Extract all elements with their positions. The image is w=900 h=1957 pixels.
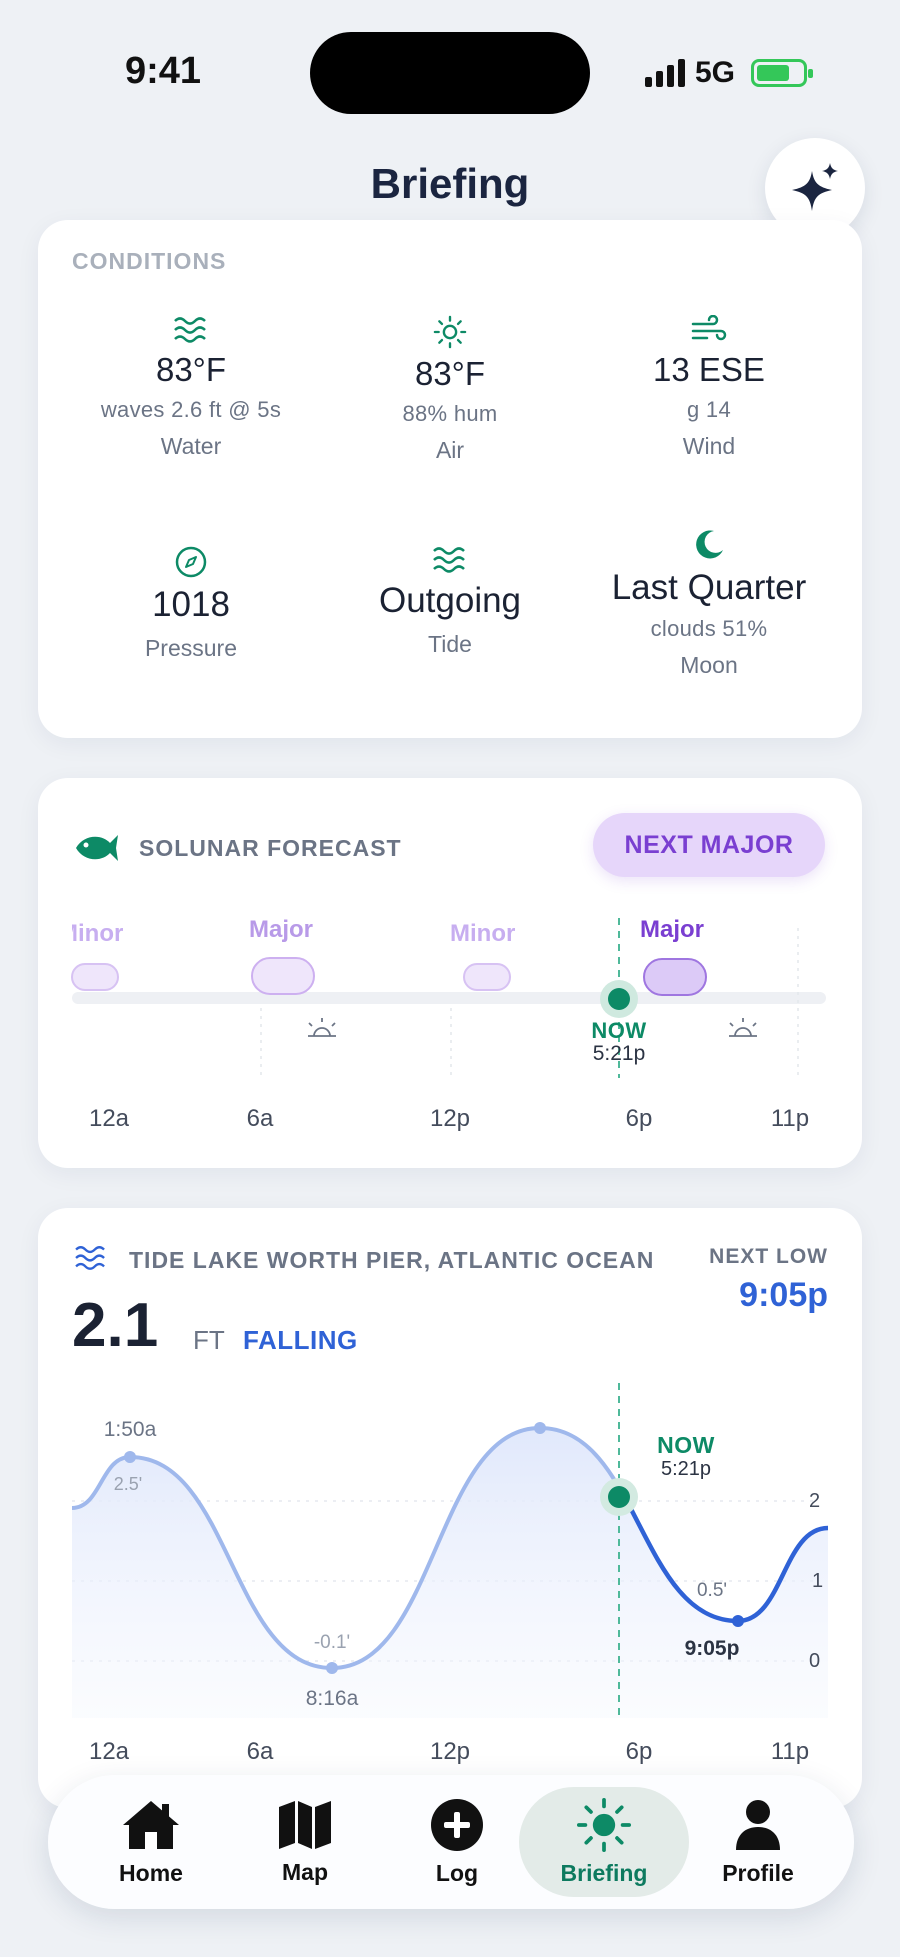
- next-low-height: 0.5': [696, 1580, 728, 1601]
- tick-label: 6a: [246, 1105, 274, 1132]
- water-condition: 83°F waves 2.6 ft @ 5s Water: [61, 315, 321, 460]
- air-temp: 83°F: [414, 355, 486, 392]
- sparkle-icon: [792, 163, 838, 211]
- now-time: 5:21p: [660, 1458, 712, 1480]
- map-icon: [279, 1800, 331, 1849]
- y-tick-label: 2: [809, 1490, 821, 1512]
- nav-profile-label: Profile: [722, 1859, 794, 1886]
- status-time: 9:41: [125, 50, 202, 92]
- x-tick-label: 12p: [429, 1738, 471, 1765]
- person-icon: [736, 1799, 780, 1850]
- pressure-value: 1018: [152, 585, 230, 624]
- home-icon: [123, 1800, 179, 1849]
- high-tide-point: [124, 1451, 136, 1463]
- nav-home-label: Home: [119, 1859, 183, 1886]
- next-low-point: [732, 1615, 744, 1627]
- conditions-label: CONDITIONS: [72, 248, 227, 274]
- pressure-label: Pressure: [144, 635, 238, 661]
- high-tide-point: [534, 1422, 546, 1434]
- now-label: NOW: [591, 1018, 647, 1043]
- solunar-card: SOLUNAR FORECAST NEXT MAJOR Minor Major …: [38, 778, 862, 1168]
- minor-period-label: Minor: [72, 920, 124, 947]
- conditions-card: CONDITIONS 83°F waves 2.6 ft @ 5s Water …: [38, 220, 862, 738]
- air-condition: 83°F 88% hum Air: [320, 315, 580, 464]
- y-tick-label: 1: [812, 1570, 824, 1592]
- pressure-condition: 1018 Pressure: [61, 545, 321, 662]
- nav-briefing-label: Briefing: [560, 1859, 648, 1886]
- minor-period-label: Minor: [450, 920, 516, 947]
- signal-icon: [645, 59, 685, 87]
- next-low-time-label: 9:05p: [684, 1637, 740, 1660]
- wind-condition: 13 ESE g 14 Wind: [579, 315, 839, 460]
- tick-label: 6p: [625, 1105, 653, 1132]
- tide-status: Outgoing: [378, 581, 522, 620]
- tide-label: Tide: [428, 631, 472, 657]
- major-period-label: Major: [249, 916, 314, 943]
- tick-label: 12p: [429, 1105, 471, 1132]
- minor-period-bar: [463, 963, 511, 991]
- moon-label: Moon: [680, 652, 738, 678]
- battery-icon: [751, 59, 814, 87]
- nav-log[interactable]: Log: [372, 1787, 542, 1897]
- wind-gust: g 14: [686, 397, 732, 422]
- waves-icon: [433, 547, 465, 573]
- x-tick-label: 6p: [625, 1738, 653, 1765]
- wind-label: Wind: [682, 433, 736, 459]
- nav-map[interactable]: Map: [220, 1787, 390, 1897]
- major-period-bar: [643, 958, 707, 996]
- network-type: 5G: [695, 56, 736, 89]
- status-icons: 5G: [645, 56, 814, 90]
- major-period-bar: [251, 957, 315, 995]
- high-tide-height: 2.5': [113, 1474, 143, 1494]
- tide-chart: [71, 1383, 829, 1718]
- compass-icon: [175, 546, 207, 578]
- moon-icon: [696, 530, 723, 559]
- low-tide-height: -0.1': [313, 1632, 351, 1653]
- air-humidity: 88% hum: [402, 401, 498, 426]
- x-tick-label: 12a: [88, 1738, 130, 1765]
- now-label: NOW: [657, 1432, 715, 1458]
- nav-log-label: Log: [435, 1859, 479, 1886]
- x-tick-label: 6a: [246, 1738, 274, 1765]
- now-marker: [608, 1486, 630, 1508]
- sun-icon: [433, 315, 467, 349]
- water-label: Water: [160, 433, 222, 459]
- nav-briefing[interactable]: Briefing: [519, 1787, 689, 1897]
- water-waves: waves 2.6 ft @ 5s: [100, 397, 282, 422]
- wind-icon: [691, 315, 727, 341]
- moon-phase: Last Quarter: [611, 568, 807, 607]
- tide-condition: Outgoing Tide: [320, 545, 580, 658]
- major-period-label: Major: [640, 916, 705, 943]
- minor-period-bar: [71, 963, 119, 991]
- moon-clouds: clouds 51%: [650, 616, 768, 641]
- now-time: 5:21p: [592, 1042, 646, 1065]
- timeline-track: [72, 992, 826, 1004]
- sunrise-icon: [308, 1018, 336, 1037]
- waves-icon: [174, 317, 206, 343]
- water-temp: 83°F: [155, 351, 227, 388]
- low-tide-time: 8:16a: [305, 1687, 359, 1710]
- moon-condition: Last Quarter clouds 51% Moon: [579, 528, 839, 679]
- tide-area: [72, 1428, 828, 1718]
- wind-speed: 13 ESE: [653, 351, 765, 388]
- bottom-nav: Home Map Log Briefing Profile: [48, 1775, 854, 1909]
- tide-card: TIDE LAKE WORTH PIER, ATLANTIC OCEAN NEX…: [38, 1208, 862, 1808]
- x-tick-label: 11p: [770, 1738, 810, 1765]
- add-circle-icon: [431, 1798, 483, 1851]
- nav-profile[interactable]: Profile: [673, 1787, 843, 1897]
- nav-home[interactable]: Home: [66, 1787, 236, 1897]
- tick-label: 12a: [88, 1105, 130, 1132]
- dynamic-island: [310, 32, 590, 114]
- sun-icon: [577, 1797, 631, 1852]
- now-marker: [608, 988, 630, 1010]
- low-tide-point: [326, 1662, 338, 1674]
- air-label: Air: [435, 437, 465, 463]
- sunset-icon: [729, 1018, 757, 1037]
- tick-label: 11p: [770, 1105, 810, 1132]
- high-tide-time: 1:50a: [103, 1418, 157, 1441]
- nav-map-label: Map: [282, 1858, 328, 1885]
- y-tick-label: 0: [809, 1650, 821, 1672]
